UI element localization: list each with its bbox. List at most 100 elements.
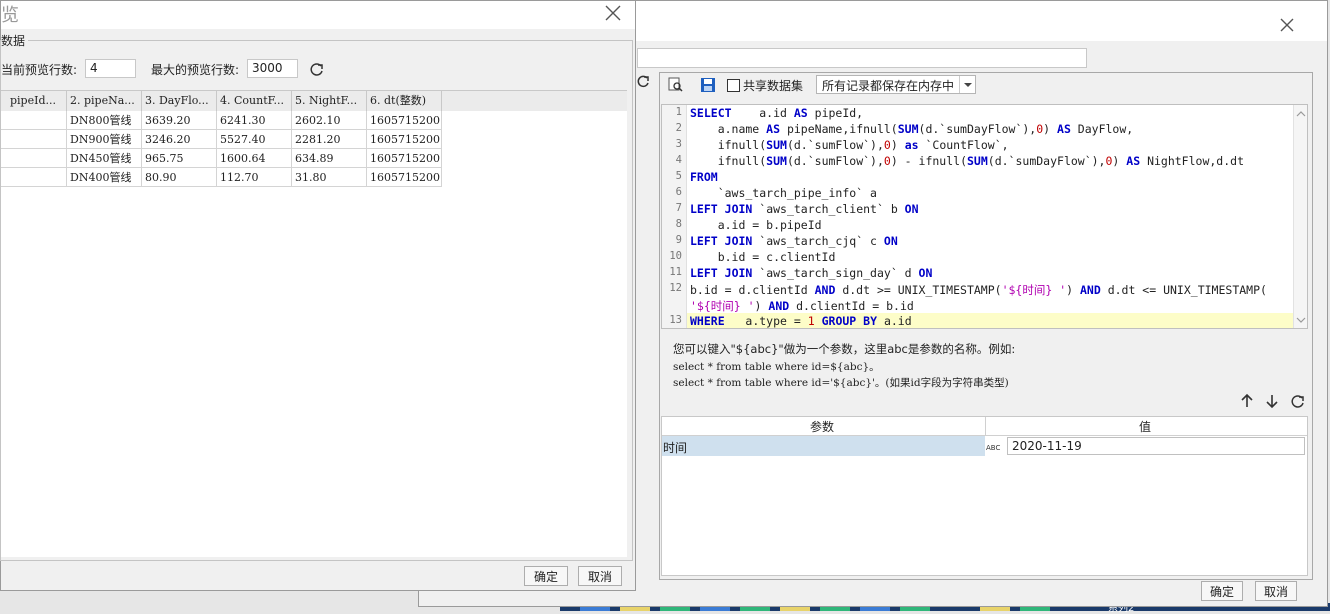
line-number: 12 bbox=[669, 282, 682, 294]
sql-line: LEFT JOIN `aws_tarch_sign_day` d ON bbox=[690, 266, 933, 280]
grid-cell: 3246.20 bbox=[142, 130, 217, 149]
line-number: 1 bbox=[675, 106, 682, 118]
grid-cell: 1605715200 bbox=[367, 130, 442, 149]
close-icon[interactable] bbox=[603, 3, 623, 23]
dataset-name-input[interactable] bbox=[637, 48, 1087, 68]
refresh-icon[interactable] bbox=[1290, 393, 1306, 409]
line-number: 5 bbox=[675, 170, 682, 182]
grid-cell: DN450管线 bbox=[67, 149, 142, 168]
line-number: 7 bbox=[675, 202, 682, 214]
grid-cell: 1605715200 bbox=[367, 149, 442, 168]
column-header[interactable]: 3. DayFlo... bbox=[142, 91, 217, 111]
max-rows-label: 最大的预览行数: bbox=[151, 63, 240, 77]
chevron-down-icon bbox=[959, 76, 976, 93]
ok-button[interactable]: 确定 bbox=[524, 566, 568, 586]
storage-mode-value: 所有记录都保存在内存中 bbox=[822, 79, 955, 93]
param-value-field[interactable]: 2020-11-19 bbox=[1007, 437, 1305, 455]
param-value: 2020-11-19 bbox=[1012, 439, 1082, 453]
shared-dataset-label: 共享数据集 bbox=[743, 79, 804, 93]
arrow-down-icon[interactable] bbox=[1265, 393, 1279, 409]
table-row[interactable]: 时间 ABC 2020-11-19 bbox=[662, 436, 1307, 456]
params-table: 参数 值 时间 ABC 2020-11-19 bbox=[661, 416, 1308, 576]
storage-mode-select[interactable]: 所有记录都保存在内存中 bbox=[816, 75, 976, 94]
cancel-button[interactable]: 取消 bbox=[1255, 581, 1297, 601]
grid-cell: 634.89 bbox=[292, 149, 367, 168]
grid-cell: 1600.64 bbox=[217, 149, 292, 168]
sql-line: b.id = c.clientId bbox=[690, 250, 836, 264]
line-number: 11 bbox=[669, 266, 682, 278]
cancel-button[interactable]: 取消 bbox=[578, 566, 622, 586]
grid-cell: DN400管线 bbox=[67, 168, 142, 187]
grid-cell: 31.80 bbox=[292, 168, 367, 187]
grid-cell: 5527.40 bbox=[217, 130, 292, 149]
grid-cell: DN800管线 bbox=[67, 111, 142, 130]
sql-line: b.id = d.clientId AND d.dt >= UNIX_TIMES… bbox=[690, 283, 1267, 297]
refresh-icon[interactable] bbox=[636, 74, 650, 90]
dialog-title: 览 bbox=[1, 5, 19, 26]
param-hint: 您可以键入"${abc}"做为一个参数，这里abc是参数的名称。例如: sele… bbox=[673, 341, 1015, 390]
line-number: 9 bbox=[675, 234, 682, 246]
max-rows-value: 3000 bbox=[252, 61, 283, 75]
grid-cell: 965.75 bbox=[142, 149, 217, 168]
grid-cell bbox=[1, 168, 67, 187]
grid-cell: 1605715200 bbox=[367, 168, 442, 187]
data-preview-dialog: 览 数据 当前预览行数: 4 最大的预览行数: 3000 pipeId... 2… bbox=[0, 0, 636, 591]
line-number: 13 bbox=[669, 314, 682, 326]
hint-example: select * from table where id=${abc}。 bbox=[673, 361, 880, 373]
grid-cell: 6241.30 bbox=[217, 111, 292, 130]
current-rows-value: 4 bbox=[90, 61, 98, 75]
grid-cell: 2281.20 bbox=[292, 130, 367, 149]
group-title: 数据 bbox=[1, 32, 29, 49]
grid-cell: 1605715200 bbox=[367, 111, 442, 130]
sql-line: LEFT JOIN `aws_tarch_cjq` c ON bbox=[690, 234, 898, 248]
line-number: 8 bbox=[675, 218, 682, 230]
close-icon[interactable] bbox=[1277, 15, 1297, 35]
arrow-up-icon[interactable] bbox=[1240, 393, 1254, 409]
hint-line: 您可以键入"${abc}"做为一个参数，这里abc是参数的名称。例如: bbox=[673, 342, 1016, 356]
sql-line: ifnull(SUM(d.`sumFlow`),0) as `CountFlow… bbox=[690, 138, 1009, 152]
column-header[interactable]: pipeId... bbox=[7, 91, 67, 111]
current-rows-input[interactable]: 4 bbox=[85, 59, 136, 78]
col-value-header: 值 bbox=[1139, 420, 1152, 434]
editor-scrollbar[interactable] bbox=[1293, 105, 1307, 328]
type-glyph: ABC bbox=[986, 444, 1001, 452]
column-header[interactable]: 2. pipeNa... bbox=[67, 91, 142, 111]
grid-cell: 112.70 bbox=[217, 168, 292, 187]
line-number: 6 bbox=[675, 186, 682, 198]
sql-line: a.name AS pipeName,ifnull(SUM(d.`sumDayF… bbox=[690, 122, 1134, 136]
sql-line: LEFT JOIN `aws_tarch_client` b ON bbox=[690, 202, 919, 216]
grid-cell bbox=[1, 130, 67, 149]
save-icon[interactable] bbox=[700, 77, 716, 93]
grid-cell bbox=[1, 149, 67, 168]
params-header: 参数 值 bbox=[662, 417, 1307, 436]
hint-example: select * from table where id='${abc}'。(如… bbox=[673, 377, 1009, 389]
sql-line: SELECT a.id AS pipeId, bbox=[690, 106, 864, 120]
column-header[interactable]: 4. CountF... bbox=[217, 91, 292, 111]
ok-button[interactable]: 确定 bbox=[1201, 581, 1243, 601]
refresh-icon[interactable] bbox=[309, 61, 325, 77]
grid-cell: 3639.20 bbox=[142, 111, 217, 130]
grid-cell: 80.90 bbox=[142, 168, 217, 187]
param-name-cell: 时间 bbox=[662, 436, 985, 456]
grid-cell: DN900管线 bbox=[67, 130, 142, 149]
max-rows-input[interactable]: 3000 bbox=[247, 59, 298, 78]
sql-line: a.id = b.pipeId bbox=[690, 218, 822, 232]
shared-dataset-checkbox[interactable] bbox=[727, 79, 740, 92]
preview-search-icon[interactable] bbox=[668, 77, 684, 93]
param-name: 时间 bbox=[663, 441, 688, 455]
line-number: 10 bbox=[669, 250, 682, 262]
abc-type-icon[interactable]: ABC bbox=[985, 438, 1005, 454]
grid-cell: 2602.10 bbox=[292, 111, 367, 130]
column-header[interactable]: 5. NightF... bbox=[292, 91, 367, 111]
sql-line: '${时间} ') AND d.clientId = b.id bbox=[690, 299, 914, 313]
sql-line: FROM bbox=[690, 170, 718, 184]
grid-cell bbox=[1, 111, 67, 130]
col-param-header: 参数 bbox=[810, 420, 835, 434]
line-number: 2 bbox=[675, 122, 682, 134]
sql-editor[interactable]: 1 2 3 4 5 6 7 8 9 10 11 12 13 SELECT a.i… bbox=[661, 104, 1308, 329]
sql-line: ifnull(SUM(d.`sumFlow`),0) - ifnull(SUM(… bbox=[690, 154, 1244, 168]
title-bar bbox=[1, 1, 635, 29]
column-header[interactable]: 6. dt(整数) bbox=[367, 91, 442, 111]
current-rows-label: 当前预览行数: bbox=[1, 63, 78, 77]
line-number: 4 bbox=[675, 154, 682, 166]
